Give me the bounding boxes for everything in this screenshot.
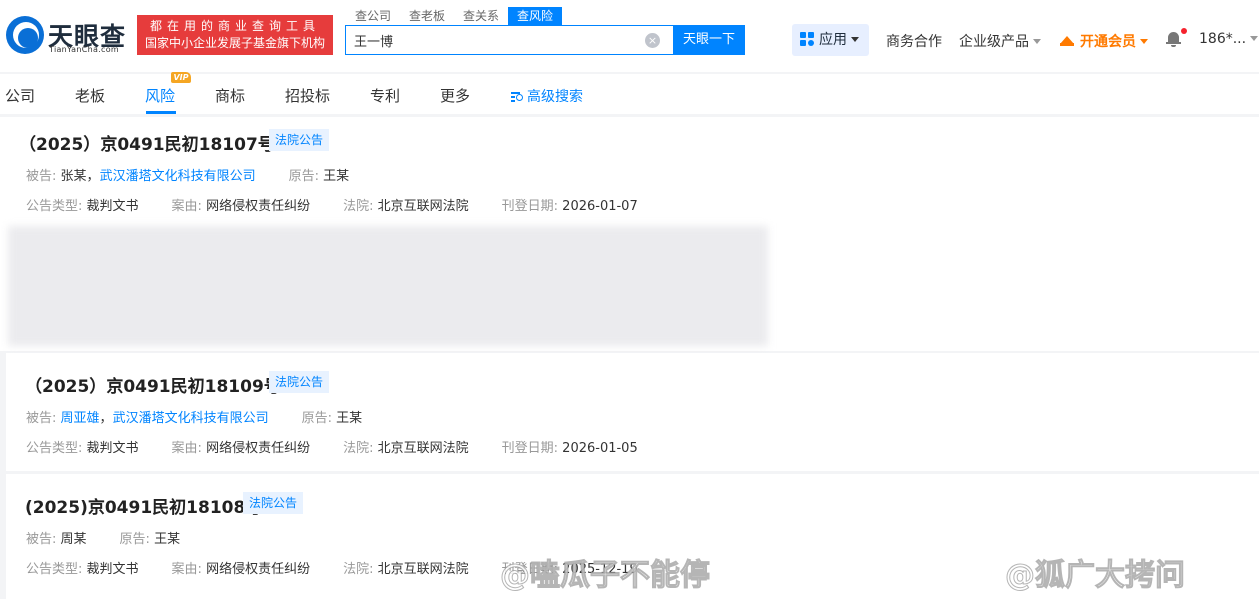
search-tab-relation[interactable]: 查关系 bbox=[454, 7, 508, 25]
case-number[interactable]: （2025）京0491民初18107号 bbox=[19, 130, 275, 155]
plaintiff-name: 王某 bbox=[323, 169, 350, 184]
defendant-name: 张某 bbox=[60, 169, 87, 184]
advanced-search-label: 高级搜索 bbox=[527, 89, 583, 105]
search-tab-risk[interactable]: 查风险 bbox=[508, 7, 563, 25]
slogan-banner: 都在用的商业查询工具 国家中小企业发展子基金旗下机构 bbox=[137, 15, 333, 55]
defendant-person-link[interactable]: 周亚雄 bbox=[61, 411, 100, 426]
top-header: 天眼查 TianYanCha.com 都在用的商业查询工具 国家中小企业发展子基… bbox=[0, 0, 1259, 72]
search-type-tabs: 查公司 查老板 查关系 查风险 bbox=[346, 7, 563, 25]
vip-membership-label: 开通会员 bbox=[1080, 34, 1136, 50]
court-notice-tag: 法院公告 bbox=[269, 371, 330, 393]
publish-date: 2026-01-05 bbox=[562, 441, 638, 456]
court-name: 北京互联网法院 bbox=[377, 562, 469, 577]
nav-tab-company[interactable]: 公司 bbox=[5, 85, 35, 106]
chevron-down-icon bbox=[1140, 39, 1148, 44]
defendant-label: 被告: bbox=[26, 532, 57, 547]
clear-icon[interactable]: × bbox=[645, 33, 660, 48]
details-row: 公告类型: 裁判文书 案由: 网络侵权责任纠纷 法院: 北京互联网法院 刊登日期: 2… bbox=[26, 195, 638, 214]
result-card: （2025）京0491民初18109号 法院公告 被告: 周亚雄，武汉潘塔文化科… bbox=[6, 353, 1259, 471]
date-label: 刊登日期: bbox=[501, 199, 559, 214]
publish-date: 2026-01-07 bbox=[562, 199, 638, 214]
weibo-watermark: @嗑瓜子不能停 bbox=[500, 558, 711, 594]
notification-bell-icon[interactable] bbox=[1166, 31, 1181, 47]
court-label: 法院: bbox=[343, 199, 374, 214]
enterprise-products-label: 企业级产品 bbox=[959, 34, 1029, 50]
app-menu-label: 应用 bbox=[819, 32, 847, 48]
advanced-search-link[interactable]: 高级搜索 bbox=[511, 86, 583, 106]
app-menu-button[interactable]: 应用 bbox=[792, 24, 869, 56]
case-cause: 网络侵权责任纠纷 bbox=[206, 199, 311, 214]
case-number[interactable]: （2025）京0491民初18109号 bbox=[25, 372, 281, 397]
nav-tab-bidding[interactable]: 招投标 bbox=[285, 85, 330, 106]
case-cause: 网络侵权责任纠纷 bbox=[206, 562, 311, 577]
parties-row: 被告: 周亚雄，武汉潘塔文化科技有限公司 原告: 王某 bbox=[26, 411, 363, 426]
case-cause: 网络侵权责任纠纷 bbox=[206, 441, 311, 456]
search-tab-company[interactable]: 查公司 bbox=[346, 7, 400, 25]
defendant-company-link[interactable]: 武汉潘塔文化科技有限公司 bbox=[100, 169, 256, 184]
defendant-label: 被告: bbox=[26, 411, 57, 426]
court-name: 北京互联网法院 bbox=[377, 441, 469, 456]
type-label: 公告类型: bbox=[26, 199, 83, 214]
logo-domain: TianYanCha.com bbox=[49, 45, 119, 54]
type-label: 公告类型: bbox=[26, 441, 83, 456]
search-input[interactable] bbox=[354, 26, 644, 54]
weibo-watermark: @狐广大拷问 bbox=[1005, 558, 1186, 594]
court-notice-tag: 法院公告 bbox=[269, 129, 330, 151]
enterprise-products-menu[interactable]: 企业级产品 bbox=[959, 31, 1041, 51]
court-label: 法院: bbox=[343, 562, 374, 577]
nav-tab-boss[interactable]: 老板 bbox=[75, 85, 105, 106]
site-logo[interactable]: 天眼查 TianYanCha.com bbox=[6, 16, 132, 56]
search-tab-boss[interactable]: 查老板 bbox=[400, 7, 454, 25]
nav-tab-trademark[interactable]: 商标 bbox=[215, 85, 245, 106]
nav-tab-risk[interactable]: 风险 bbox=[145, 85, 175, 106]
user-phone: 186*... bbox=[1199, 31, 1247, 47]
crown-icon bbox=[1060, 36, 1074, 46]
plaintiff-name: 王某 bbox=[154, 532, 181, 547]
defendant-label: 被告: bbox=[26, 169, 57, 184]
court-name: 北京互联网法院 bbox=[377, 199, 469, 214]
search-button[interactable]: 天眼一下 bbox=[673, 25, 745, 55]
details-row: 公告类型: 裁判文书 案由: 网络侵权责任纠纷 法院: 北京互联网法院 刊登日期: 2… bbox=[26, 437, 638, 456]
nav-tab-patent[interactable]: 专利 bbox=[370, 85, 400, 106]
parties-row: 被告: 张某，武汉潘塔文化科技有限公司 原告: 王某 bbox=[26, 169, 350, 184]
blurred-region bbox=[8, 226, 768, 346]
cause-label: 案由: bbox=[171, 562, 202, 577]
user-account-menu[interactable]: 186*... bbox=[1199, 31, 1259, 47]
cause-label: 案由: bbox=[171, 441, 202, 456]
search-box: × bbox=[345, 25, 673, 55]
logo-eye-icon bbox=[6, 16, 44, 54]
parties-row: 被告: 周某 原告: 王某 bbox=[26, 528, 180, 547]
case-number[interactable]: (2025)京0491民初18108号 bbox=[25, 493, 262, 518]
defendant-name: 周某 bbox=[60, 532, 87, 547]
business-cooperation-link[interactable]: 商务合作 bbox=[886, 31, 942, 51]
active-tab-indicator bbox=[146, 111, 176, 114]
filter-search-icon bbox=[511, 91, 524, 102]
notification-dot bbox=[1181, 28, 1187, 34]
slogan-line-2: 国家中小企业发展子基金旗下机构 bbox=[144, 36, 325, 50]
plaintiff-label: 原告: bbox=[288, 169, 319, 184]
nav-tab-more[interactable]: 更多 bbox=[440, 85, 470, 106]
vip-membership-menu[interactable]: 开通会员 bbox=[1060, 31, 1148, 51]
app-grid-icon bbox=[800, 32, 814, 46]
date-label: 刊登日期: bbox=[501, 441, 559, 456]
defendant-company-link[interactable]: 武汉潘塔文化科技有限公司 bbox=[113, 411, 269, 426]
notice-type: 裁判文书 bbox=[86, 562, 139, 577]
slogan-line-1: 都在用的商业查询工具 bbox=[149, 19, 320, 33]
court-label: 法院: bbox=[343, 441, 374, 456]
plaintiff-label: 原告: bbox=[301, 411, 332, 426]
cause-label: 案由: bbox=[171, 199, 202, 214]
chevron-down-icon bbox=[1250, 36, 1259, 41]
court-notice-tag: 法院公告 bbox=[243, 492, 304, 514]
chevron-down-icon bbox=[1033, 39, 1041, 44]
notice-type: 裁判文书 bbox=[86, 199, 139, 214]
plaintiff-name: 王某 bbox=[336, 411, 363, 426]
type-label: 公告类型: bbox=[26, 562, 83, 577]
chevron-down-icon bbox=[851, 37, 859, 42]
vip-badge: VIP bbox=[171, 72, 191, 83]
plaintiff-label: 原告: bbox=[119, 532, 150, 547]
result-category-nav: 公司 老板 风险 VIP 商标 招投标 专利 更多 高级搜索 bbox=[0, 72, 1259, 114]
notice-type: 裁判文书 bbox=[86, 441, 139, 456]
